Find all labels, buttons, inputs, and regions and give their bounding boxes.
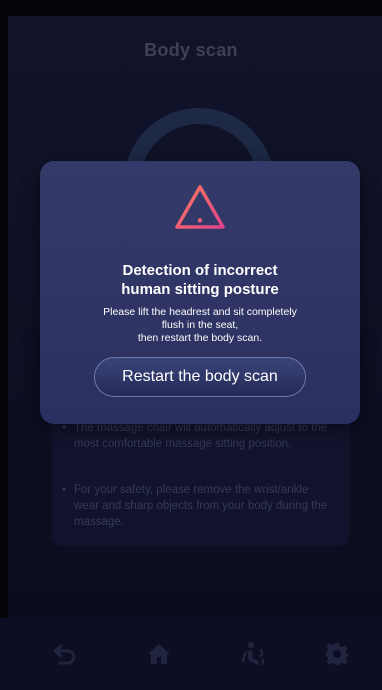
dialog-message-line: flush in the seat, xyxy=(161,319,239,331)
body-scan-screen: Body scan • The massage chair will autom… xyxy=(0,0,382,690)
dialog-title-line: human sitting posture xyxy=(121,281,279,298)
dialog-title: Detection of incorrect human sitting pos… xyxy=(40,261,360,299)
dialog-message: Please lift the headrest and sit complet… xyxy=(60,306,340,345)
dialog-message-line: then restart the body scan. xyxy=(137,332,263,344)
dialog-message-line: Please lift the headrest and sit complet… xyxy=(103,306,297,318)
warning-triangle-icon xyxy=(175,185,225,229)
restart-body-scan-button[interactable]: Restart the body scan xyxy=(94,357,306,397)
dialog-title-line: Detection of incorrect xyxy=(122,262,278,279)
posture-warning-dialog: Detection of incorrect human sitting pos… xyxy=(40,161,360,424)
